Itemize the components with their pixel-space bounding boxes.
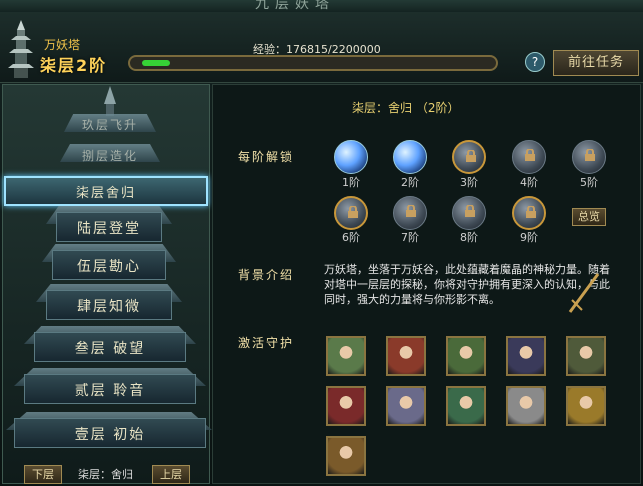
tier-3-orb[interactable] (452, 140, 486, 174)
guardian-silver-elder-avatar[interactable] (506, 386, 546, 426)
floor-9[interactable]: 玖层飞升 (62, 116, 158, 133)
guardian-green-general-avatar[interactable] (566, 336, 606, 376)
floor-8[interactable]: 捌层造化 (60, 147, 160, 164)
guardian-dragon-warrior-avatar[interactable] (326, 336, 366, 376)
guardian-white-demon-avatar[interactable] (386, 386, 426, 426)
guardian-red-maiden-avatar[interactable] (386, 336, 426, 376)
floor-6[interactable]: 陆层登堂 (56, 218, 162, 238)
preview-button[interactable]: 总览 (572, 208, 606, 226)
guardian-golden-knight-avatar[interactable] (566, 386, 606, 426)
lock-icon (526, 206, 536, 218)
tier-9-orb[interactable] (512, 196, 546, 230)
tier-1-orb[interactable] (334, 140, 368, 174)
tier-7-orb[interactable] (393, 196, 427, 230)
guardian-green-lady-avatar[interactable] (446, 336, 486, 376)
floor-7[interactable]: 柒层舍归 (4, 182, 208, 201)
guardians-label: 激活守护 (238, 336, 295, 350)
pagoda-icon (8, 20, 34, 78)
help-button[interactable]: ? (525, 52, 545, 72)
tier-9-label: 9阶 (520, 231, 538, 244)
prev-floor-button[interactable]: 下层 (24, 465, 62, 484)
floor-1[interactable]: 壹层 初始 (14, 424, 206, 444)
guardian-dark-witch-avatar[interactable] (506, 336, 546, 376)
background-label: 背景介绍 (238, 268, 295, 282)
tier-5-label: 5阶 (580, 176, 598, 189)
lock-icon (466, 150, 476, 162)
unlock-label: 每阶解锁 (238, 150, 295, 164)
tier-5-orb[interactable] (572, 140, 606, 174)
tier-4-label: 4阶 (520, 176, 538, 189)
goto-task-button[interactable]: 前往任务 (553, 50, 639, 76)
tier-8-orb[interactable] (452, 196, 486, 230)
tier-8-label: 8阶 (460, 231, 478, 244)
tower-name: 万妖塔 (44, 38, 81, 52)
tier-7-label: 7阶 (401, 231, 419, 244)
tier-1-label: 1阶 (342, 176, 360, 189)
tier-3-label: 3阶 (460, 176, 478, 189)
lock-icon (348, 206, 358, 218)
lock-icon (465, 205, 475, 217)
lock-icon (525, 149, 535, 161)
tier-6-orb[interactable] (334, 196, 368, 230)
exp-progress-fill (142, 60, 170, 66)
guardian-beast-king-avatar[interactable] (326, 436, 366, 476)
floor-5[interactable]: 伍层勘心 (52, 256, 166, 276)
sword-icon (568, 273, 600, 313)
next-floor-button[interactable]: 上层 (152, 465, 190, 484)
floor-2[interactable]: 贰层 聆音 (24, 380, 196, 400)
floor-4[interactable]: 肆层知微 (46, 296, 172, 316)
detail-title: 柒层：舍归 （2阶） (352, 101, 460, 115)
current-floor-label: 柒层：舍归 (78, 468, 133, 481)
tier-4-orb[interactable] (512, 140, 546, 174)
tier-6-label: 6阶 (342, 231, 360, 244)
spire-icon (104, 86, 116, 116)
exp-progress-bar (128, 55, 498, 71)
tier-2-orb[interactable] (393, 140, 427, 174)
guardian-jade-swordsman-avatar[interactable] (446, 386, 486, 426)
tier-2-label: 2阶 (401, 176, 419, 189)
lock-icon (585, 149, 595, 161)
current-floor-title: 柒层2阶 (40, 56, 108, 75)
lock-icon (406, 205, 416, 217)
floor-3[interactable]: 叁层 破望 (34, 338, 186, 358)
guardian-crimson-lady-avatar[interactable] (326, 386, 366, 426)
